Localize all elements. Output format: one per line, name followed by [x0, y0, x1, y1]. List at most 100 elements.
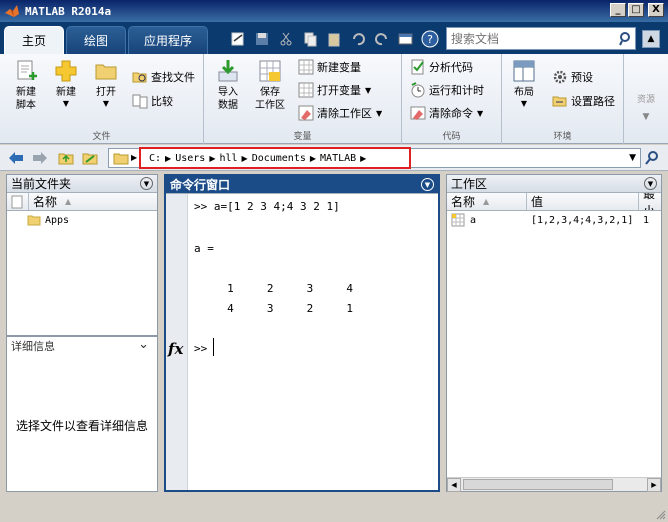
command-output-line: a = — [194, 242, 214, 255]
breadcrumb-item[interactable]: Users — [171, 153, 209, 164]
tab-home[interactable]: 主页 — [4, 26, 64, 54]
new-icon[interactable] — [228, 29, 248, 49]
set-path-button[interactable]: 设置路径 — [552, 92, 615, 110]
paste-icon[interactable] — [324, 29, 344, 49]
back-button[interactable] — [6, 149, 26, 167]
new-variable-button[interactable]: 新建变量 — [298, 58, 361, 76]
compare-icon — [132, 94, 148, 109]
table-row[interactable]: a [1,2,3,4;4,3,2,1] 1 — [447, 211, 661, 229]
gear-icon — [553, 70, 567, 84]
workspace-table-header: 名称 ▲ 值 最小 — [447, 193, 661, 211]
redo-icon[interactable] — [372, 29, 392, 49]
name-column-header[interactable]: 名称 ▲ — [447, 193, 527, 210]
maximize-button[interactable]: □ — [628, 3, 644, 17]
run-and-time-icon — [411, 82, 425, 98]
min-column-header[interactable]: 最小 — [639, 193, 661, 210]
tab-apps[interactable]: 应用程序 — [128, 26, 208, 54]
details-hint: 选择文件以查看详细信息 — [15, 419, 148, 433]
search-documentation-box[interactable] — [446, 27, 636, 50]
find-files-icon — [132, 72, 147, 83]
preferences-button[interactable]: 预设 — [552, 68, 593, 86]
close-button[interactable]: X — [648, 3, 664, 17]
file-type-column[interactable] — [7, 193, 29, 210]
function-browser-icon[interactable]: fx — [168, 340, 183, 358]
save-workspace-button[interactable]: 保存 工作区 — [250, 58, 290, 112]
search-folder-button[interactable] — [642, 149, 662, 167]
import-data-button[interactable]: 导入 数据 — [208, 58, 248, 112]
open-button[interactable]: 打开 ▼ — [86, 58, 126, 109]
chevron-right-icon[interactable]: ▶ — [360, 154, 366, 163]
find-files-button[interactable]: 查找文件 — [132, 68, 195, 86]
command-output-line: 1 2 3 4 — [194, 282, 353, 295]
new-script-button[interactable]: 新建 脚本 — [6, 58, 46, 112]
current-folder-panel: 当前文件夹 ▼ 名称 ▲ Apps — [6, 174, 158, 336]
chevron-down-icon: ▼ — [642, 112, 650, 122]
variable-value-cell: [1,2,3,4;4,3,2,1] — [531, 214, 634, 226]
command-prompt: >> — [194, 342, 208, 355]
command-window-header: 命令行窗口 ▼ — [166, 176, 438, 194]
scrollbar-thumb[interactable] — [463, 479, 613, 490]
clear-workspace-button[interactable]: 清除工作区 ▼ — [298, 104, 382, 122]
chevron-down-icon: ▼ — [520, 99, 528, 108]
copy-icon[interactable] — [300, 29, 320, 49]
cut-icon[interactable] — [276, 29, 296, 49]
value-column-header[interactable]: 值 — [527, 193, 639, 210]
panel-menu-icon[interactable]: ▼ — [421, 178, 434, 191]
open-folder-icon — [95, 64, 117, 80]
clear-commands-button[interactable]: 清除命令 ▼ — [410, 104, 483, 122]
scroll-left-icon[interactable]: ◀ — [447, 478, 461, 492]
path-dropdown-icon[interactable]: ▼ — [629, 153, 636, 163]
path-box[interactable]: ▶ C: ▶ Users ▶ hll ▶ Documents ▶ MATLAB … — [108, 147, 641, 169]
browse-folder-button[interactable] — [80, 149, 100, 167]
resize-grip-icon[interactable] — [654, 508, 666, 520]
switch-windows-icon[interactable] — [396, 29, 416, 49]
matlab-logo-icon — [5, 5, 19, 17]
panel-menu-icon[interactable]: ▼ — [644, 177, 657, 190]
layout-icon — [513, 60, 535, 82]
forward-button[interactable] — [30, 149, 50, 167]
compare-button[interactable]: 比较 — [132, 92, 173, 110]
set-path-icon — [552, 96, 567, 107]
clear-commands-icon — [410, 106, 426, 120]
search-input[interactable] — [447, 28, 617, 49]
tab-plots[interactable]: 绘图 — [66, 26, 126, 54]
group-label-resources: 资源 — [636, 95, 655, 105]
chevron-down-icon: ▼ — [62, 99, 70, 108]
help-icon[interactable]: ? — [420, 29, 440, 49]
undo-icon[interactable] — [348, 29, 368, 49]
open-variable-icon — [298, 82, 314, 98]
breadcrumb-item[interactable]: Documents — [248, 153, 310, 164]
analyze-code-button[interactable]: 分析代码 — [410, 58, 473, 76]
text-cursor — [213, 338, 214, 356]
command-history-line: >> a=[1 2 3 4;4 3 2 1] — [194, 200, 340, 213]
command-output-area[interactable]: >> a=[1 2 3 4;4 3 2 1] a = 1 2 3 4 4 3 2… — [190, 194, 438, 490]
breadcrumb-item[interactable]: hll — [215, 153, 241, 164]
plus-icon — [55, 60, 77, 82]
panel-menu-icon[interactable]: ▼ — [140, 177, 153, 190]
layout-button[interactable]: 布局 ▼ — [504, 58, 544, 109]
chevron-right-icon: ▶ — [131, 153, 138, 162]
minimize-button[interactable]: _ — [610, 3, 626, 17]
chevron-down-icon[interactable]: ⌄ — [138, 337, 149, 352]
up-folder-button[interactable] — [56, 149, 76, 167]
open-variable-button[interactable]: 打开变量 ▼ — [298, 81, 371, 99]
run-and-time-button[interactable]: 运行和计时 — [410, 81, 484, 99]
window-title: MATLAB R2014a — [25, 4, 112, 18]
ribbon-group-environment: 布局 ▼ 预设 设置路径 环境 — [502, 54, 624, 144]
status-bar — [0, 498, 668, 522]
panel-title: 命令行窗口 — [170, 178, 231, 192]
save-icon[interactable] — [252, 29, 272, 49]
new-button[interactable]: 新建 ▼ — [46, 58, 86, 109]
save-workspace-icon — [259, 60, 281, 82]
sort-ascending-icon: ▲ — [65, 197, 72, 206]
ribbon-group-resources[interactable]: 资源 ▼ — [624, 54, 668, 144]
search-icon[interactable] — [617, 30, 635, 48]
list-item[interactable]: Apps — [7, 211, 157, 229]
horizontal-scrollbar[interactable]: ◀ ▶ — [447, 477, 661, 492]
ribbon-expand-button[interactable]: ▲ — [642, 30, 660, 48]
name-column-header[interactable]: 名称 ▲ — [29, 193, 153, 210]
breadcrumb-item[interactable]: MATLAB — [316, 153, 360, 164]
breadcrumb-item[interactable]: C: — [145, 153, 165, 164]
variable-min-cell: 1 — [643, 214, 650, 226]
scroll-right-icon[interactable]: ▶ — [647, 478, 661, 492]
